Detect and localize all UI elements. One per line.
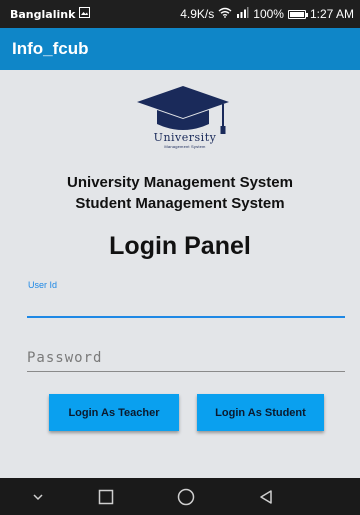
carrier-name: Banglalink [10, 7, 76, 21]
app-title: Info_fcub [12, 39, 89, 58]
wifi-icon [218, 7, 232, 21]
system-heading-1: University Management System [67, 174, 293, 191]
home-circle-icon[interactable] [166, 478, 206, 515]
status-right: 4.9K/s 100% 1:27 AM [180, 7, 354, 21]
user-id-label: User Id [28, 280, 58, 290]
notification-image-icon [79, 7, 91, 21]
battery-icon [287, 9, 308, 19]
recents-square-icon[interactable] [86, 478, 126, 515]
navigation-bar [0, 478, 360, 515]
app-bar: Info_fcub [0, 28, 360, 70]
system-heading-2: Student Management System [75, 195, 285, 212]
network-speed: 4.9K/s [180, 7, 215, 21]
logo-text: University Management System [130, 131, 240, 150]
status-bar: Banglalink 4.9K/s 100% 1:27 AM [0, 0, 360, 28]
login-panel-title: Login Panel [109, 232, 251, 260]
user-id-input[interactable] [27, 292, 345, 318]
clock: 1:27 AM [309, 7, 354, 21]
battery-percent: 100% [253, 7, 284, 21]
chevron-down-icon[interactable] [18, 478, 58, 515]
login-as-teacher-button[interactable]: Login As Teacher [49, 394, 179, 431]
password-input[interactable] [27, 344, 345, 372]
status-left: Banglalink [10, 7, 91, 21]
login-as-student-button[interactable]: Login As Student [197, 394, 324, 431]
battery-fill [289, 11, 304, 17]
signal-icon [236, 7, 249, 21]
logo-subtitle: Management System [164, 144, 206, 149]
logo-title: University [153, 131, 217, 144]
back-triangle-icon[interactable] [246, 478, 286, 515]
